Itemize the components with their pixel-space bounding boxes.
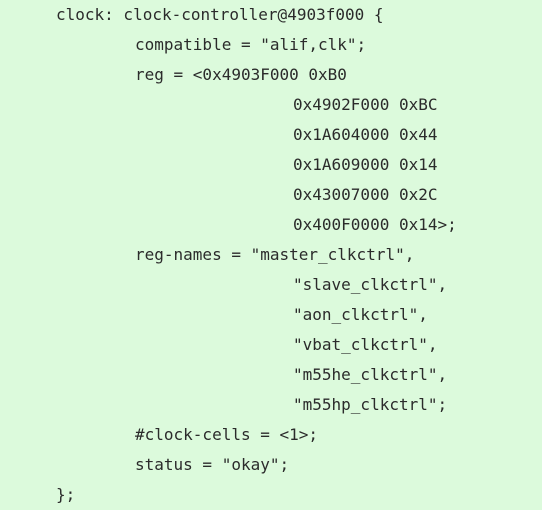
code-line: };	[56, 485, 76, 504]
code-line: reg = <0x4903F000 0xB0	[135, 65, 347, 84]
code-line: #clock-cells = <1>;	[135, 425, 319, 444]
code-line: compatible = "alif,clk";	[135, 35, 367, 54]
code-line: "m55hp_clkctrl";	[293, 395, 448, 414]
code-line: 0x4902F000 0xBC	[293, 95, 438, 114]
code-line: 0x400F0000 0x14>;	[293, 215, 457, 234]
code-line: clock: clock-controller@4903f000 {	[56, 5, 384, 24]
code-line: "m55he_clkctrl",	[293, 365, 448, 384]
code-line: "slave_clkctrl",	[293, 275, 448, 294]
code-line: 0x1A604000 0x44	[293, 125, 438, 144]
code-line: reg-names = "master_clkctrl",	[135, 245, 415, 264]
code-line: "aon_clkctrl",	[293, 305, 428, 324]
code-line: 0x1A609000 0x14	[293, 155, 438, 174]
code-block: clock: clock-controller@4903f000 { compa…	[0, 0, 542, 507]
code-line: 0x43007000 0x2C	[293, 185, 438, 204]
code-line: "vbat_clkctrl",	[293, 335, 438, 354]
code-line: status = "okay";	[135, 455, 290, 474]
